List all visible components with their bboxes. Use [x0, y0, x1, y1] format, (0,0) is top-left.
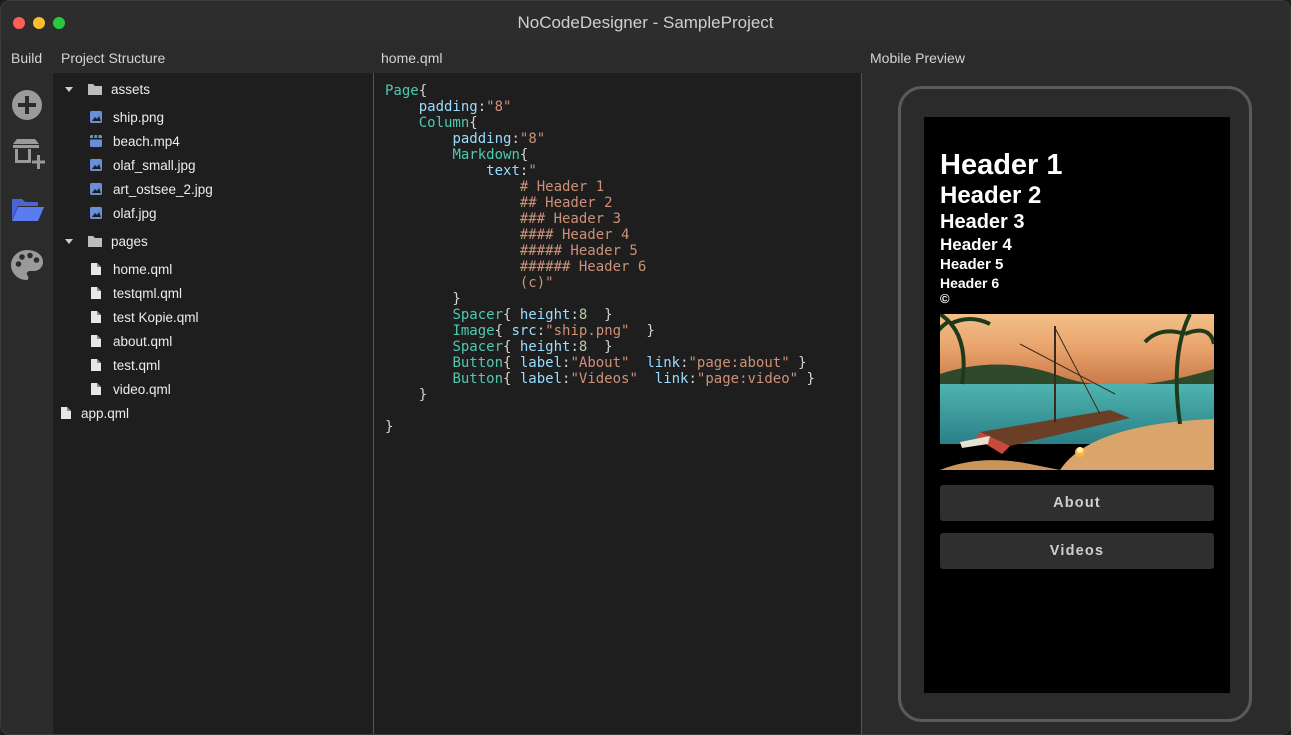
document-icon [91, 359, 101, 371]
project-tree: assets ship.png beach.mp4 olaf_small.jpg… [53, 73, 373, 734]
preview-copyright: © [940, 291, 950, 306]
tree-file-art-ostsee[interactable]: art_ostsee_2.jpg [89, 178, 213, 200]
preview-header-2: Header 2 [940, 182, 1042, 209]
tree-file-label: olaf.jpg [113, 205, 157, 221]
window-title: NoCodeDesigner - SampleProject [517, 13, 774, 32]
tree-file-label: beach.mp4 [113, 133, 180, 149]
tree-file-beach-mp4[interactable]: beach.mp4 [89, 130, 180, 152]
tree-file-label: video.qml [113, 381, 171, 397]
tree-file-label: test.qml [113, 357, 161, 373]
preview-videos-button[interactable]: Videos [940, 533, 1214, 569]
chevron-down-icon[interactable] [63, 235, 75, 247]
tree-file-video-qml[interactable]: video.qml [90, 378, 171, 400]
image-file-icon [90, 207, 102, 219]
folder-icon [88, 236, 102, 247]
add-circle-icon[interactable] [9, 87, 45, 123]
tree-file-label: home.qml [113, 261, 173, 277]
preview-header-5: Header 5 [940, 256, 1004, 273]
tree-file-label: test Kopie.qml [113, 309, 199, 325]
build-label: Build [11, 50, 43, 66]
tree-folder-label: pages [111, 233, 148, 249]
code-text[interactable]: Page{ padding:"8" Column{ padding:"8" Ma… [385, 83, 815, 435]
tree-folder-assets[interactable]: assets [63, 78, 150, 100]
tree-file-label: ship.png [113, 109, 165, 125]
tree-file-olaf-small[interactable]: olaf_small.jpg [89, 154, 196, 176]
app-window: NoCodeDesigner - SampleProject Build Pro… [0, 0, 1291, 735]
tree-file-test-qml[interactable]: test.qml [90, 354, 160, 376]
tree-file-label: about.qml [113, 333, 173, 349]
palette-icon[interactable] [9, 247, 45, 283]
tree-file-app-qml[interactable]: app.qml [60, 402, 129, 424]
tree-folder-label: assets [111, 81, 151, 97]
phone-screen: Header 1 Header 2 Header 3 Header 4 Head… [924, 117, 1230, 693]
document-icon [91, 287, 101, 299]
document-icon [91, 383, 101, 395]
tree-file-label: app.qml [81, 405, 130, 421]
tree-file-testqml[interactable]: testqml.qml [90, 282, 182, 304]
panel-header-bar: Build Project Structure home.qml Mobile … [1, 41, 1290, 73]
preview-header-6: Header 6 [940, 275, 1000, 291]
document-icon [91, 263, 101, 275]
folder-icon [88, 84, 102, 95]
preview-about-button[interactable]: About [940, 485, 1214, 521]
tree-folder-pages[interactable]: pages [63, 230, 148, 252]
tool-rail [1, 73, 53, 734]
chevron-down-icon[interactable] [63, 83, 75, 95]
image-file-icon [90, 183, 102, 195]
tree-file-about-qml[interactable]: about.qml [90, 330, 172, 352]
code-editor[interactable]: Page{ padding:"8" Column{ padding:"8" Ma… [373, 73, 862, 734]
tree-file-olaf[interactable]: olaf.jpg [89, 202, 157, 224]
document-icon [91, 335, 101, 347]
preview-header-3: Header 3 [940, 211, 1025, 233]
mobile-preview-label: Mobile Preview [870, 50, 965, 66]
folder-open-icon[interactable] [9, 191, 45, 227]
tree-file-home-qml[interactable]: home.qml [90, 258, 172, 280]
preview-header-4: Header 4 [940, 235, 1012, 254]
video-file-icon [90, 135, 102, 147]
mobile-preview-panel: Header 1 Header 2 Header 3 Header 4 Head… [862, 73, 1290, 734]
project-structure-label: Project Structure [61, 50, 166, 66]
preview-ship-image [940, 314, 1214, 470]
document-icon [61, 407, 71, 419]
tree-file-ship-png[interactable]: ship.png [89, 106, 164, 128]
image-file-icon [90, 111, 102, 123]
add-component-icon[interactable] [9, 135, 45, 171]
tree-file-test-kopie[interactable]: test Kopie.qml [90, 306, 199, 328]
title-bar: NoCodeDesigner - SampleProject [1, 1, 1290, 41]
tree-file-label: olaf_small.jpg [113, 157, 196, 173]
preview-header-1: Header 1 [940, 149, 1063, 181]
tree-file-label: testqml.qml [113, 285, 183, 301]
document-icon [91, 311, 101, 323]
editor-tab[interactable]: home.qml [381, 50, 442, 66]
tree-file-label: art_ostsee_2.jpg [113, 181, 213, 197]
image-file-icon [90, 159, 102, 171]
